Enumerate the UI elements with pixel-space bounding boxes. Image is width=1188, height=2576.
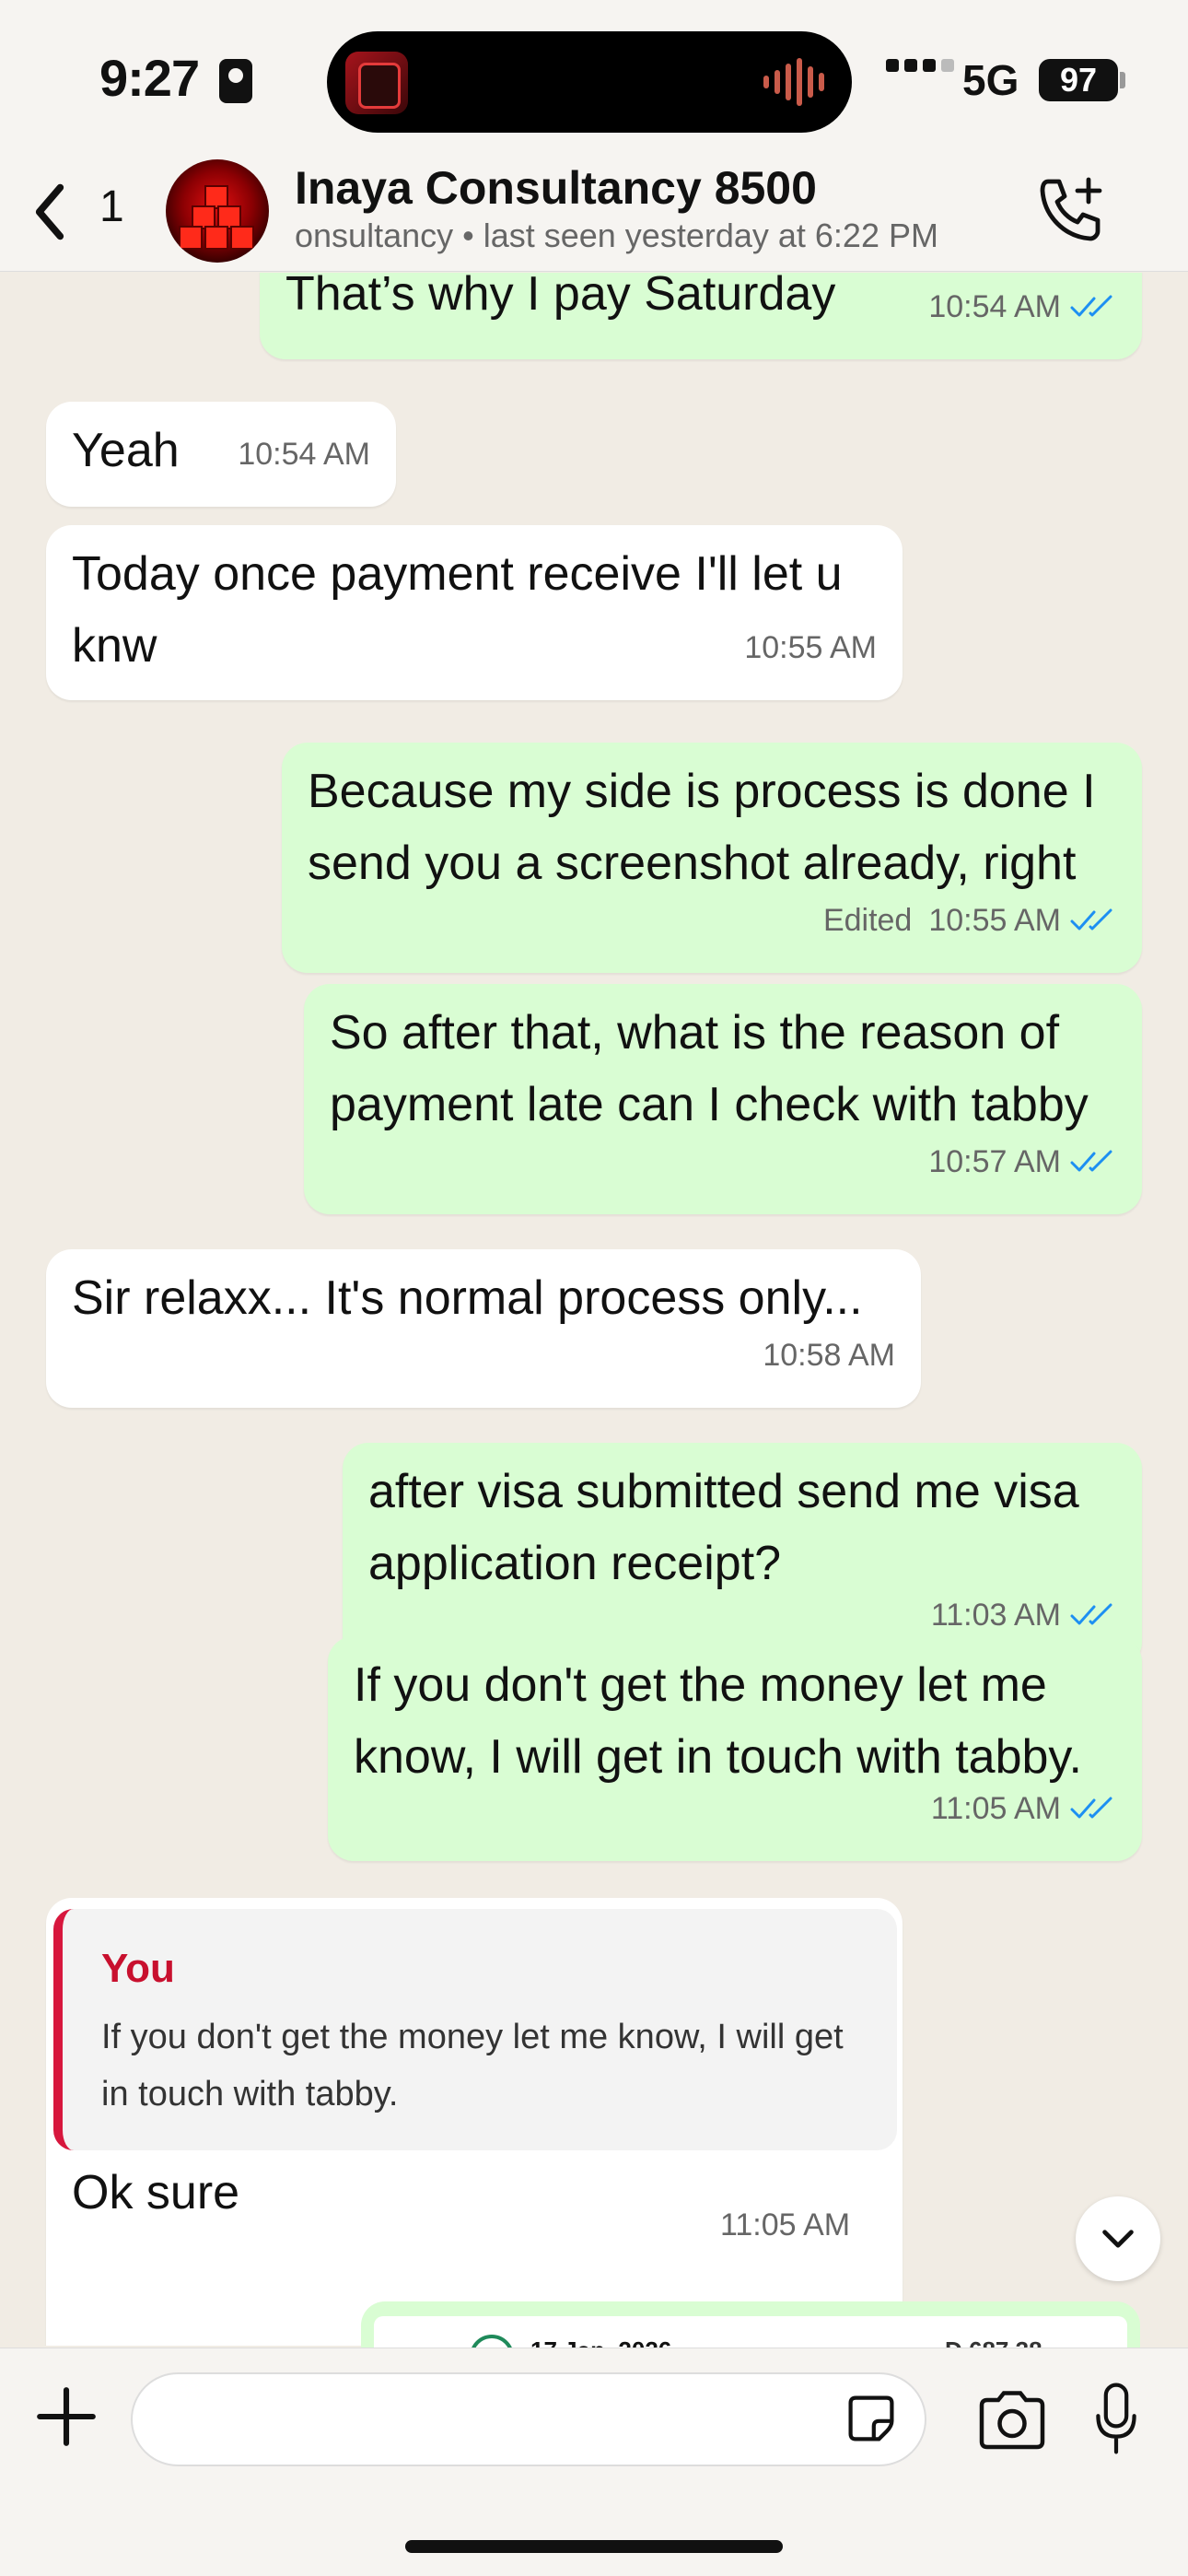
chat-header: 1 Inaya Consultancy 8500 onsultancy • la…	[0, 152, 1188, 272]
message-time: 11:05 AM	[720, 2207, 851, 2242]
quoted-message[interactable]: You If you don't get the money let me kn…	[53, 1909, 897, 2150]
message-time: 11:05 AM	[930, 1791, 1061, 1826]
dynamic-island[interactable]	[327, 31, 852, 133]
read-ticks-icon	[1070, 1797, 1112, 1819]
status-bar: 9:27 5G 97	[0, 0, 1188, 157]
message-time: 10:55 AM	[928, 903, 1061, 938]
chevron-left-icon	[35, 183, 64, 240]
read-ticks-icon	[1070, 295, 1112, 317]
status-time: 9:27	[99, 49, 200, 107]
add-call-icon[interactable]	[1031, 172, 1109, 250]
home-indicator	[405, 2540, 783, 2553]
message-meta: 11:05 AM	[931, 1773, 1116, 1844]
message-meta: 10:58 AM	[763, 1319, 895, 1391]
scroll-to-bottom-button[interactable]	[1076, 2196, 1160, 2281]
read-ticks-icon	[1070, 908, 1112, 931]
message-text: Yeah	[72, 424, 180, 477]
read-ticks-icon	[1070, 1150, 1112, 1172]
battery-tip	[1120, 72, 1125, 88]
composer-bar	[0, 2348, 1188, 2576]
message-text: That’s why I pay Saturday	[285, 273, 836, 321]
message-outgoing[interactable]: Because my side is process is done I sen…	[282, 743, 1142, 973]
contact-status[interactable]: onsultancy • last seen yesterday at 6:22…	[295, 217, 938, 255]
message-time: 10:54 AM	[928, 289, 1061, 324]
quote-text: If you don't get the money let me know, …	[101, 2018, 844, 2113]
message-outgoing[interactable]: If you don't get the money let me know, …	[328, 1636, 1142, 1861]
message-meta: 10:54 AM	[928, 273, 1116, 343]
chevron-down-icon	[1102, 2230, 1134, 2248]
message-text: Ok sure	[72, 2166, 240, 2219]
message-time: 10:58 AM	[763, 1338, 895, 1373]
message-meta: 10:57 AM	[928, 1126, 1116, 1198]
message-text: So after that, what is the reason of pay…	[330, 1006, 1089, 1131]
quote-author: You	[101, 1946, 175, 1991]
message-text: If you don't get the money let me know, …	[354, 1658, 1082, 1784]
signal-icon	[886, 59, 954, 72]
id-card-icon	[219, 59, 252, 103]
message-meta: 10:54 AM	[238, 418, 370, 490]
read-ticks-icon	[1070, 1603, 1112, 1625]
back-unread-count[interactable]: 1	[99, 181, 124, 232]
message-text: Sir relaxx... It's normal process only..…	[72, 1271, 863, 1325]
message-time: 10:55 AM	[744, 630, 877, 665]
message-input[interactable]	[131, 2372, 926, 2466]
message-time: 10:57 AM	[928, 1144, 1061, 1179]
edited-label: Edited	[822, 903, 913, 938]
camera-icon[interactable]	[976, 2389, 1048, 2450]
message-outgoing[interactable]: after visa submitted send me visa applic…	[343, 1443, 1142, 1668]
message-incoming[interactable]: Today once payment receive I'll let u kn…	[46, 525, 903, 700]
back-button[interactable]	[28, 178, 92, 246]
island-app-icon[interactable]	[345, 52, 408, 114]
message-outgoing[interactable]: That’s why I pay Saturday 10:54 AM	[260, 273, 1142, 359]
audio-wave-icon	[763, 58, 824, 106]
message-outgoing[interactable]: So after that, what is the reason of pay…	[304, 984, 1142, 1214]
battery-icon: 97	[1039, 59, 1118, 101]
message-meta: 10:55 AM	[744, 612, 877, 684]
message-text: Because my side is process is done I sen…	[308, 765, 1096, 890]
network-label: 5G	[962, 56, 1019, 104]
microphone-icon[interactable]	[1090, 2380, 1142, 2457]
contact-name[interactable]: Inaya Consultancy 8500	[295, 161, 817, 215]
message-time: 10:54 AM	[238, 437, 370, 472]
message-meta: Edited 10:55 AM	[823, 884, 1116, 956]
message-incoming[interactable]: Sir relaxx... It's normal process only..…	[46, 1249, 921, 1408]
sticker-icon[interactable]	[845, 2393, 897, 2444]
message-incoming[interactable]: Yeah 10:54 AM	[46, 402, 396, 507]
avatar[interactable]	[166, 159, 269, 263]
plus-icon[interactable]	[33, 2383, 99, 2450]
message-text: after visa submitted send me visa applic…	[368, 1465, 1079, 1590]
